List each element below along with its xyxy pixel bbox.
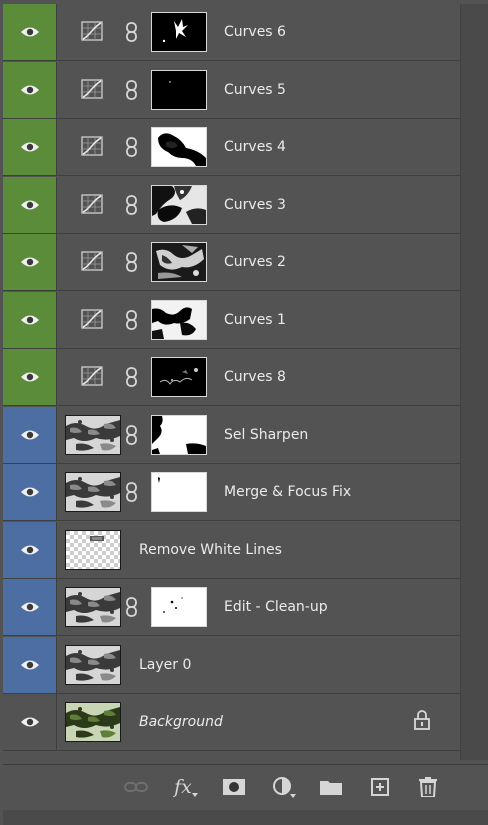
group-folder-icon[interactable] [316,775,346,799]
eye-icon [20,545,39,554]
visibility-toggle[interactable] [3,464,57,520]
visibility-toggle[interactable] [3,406,57,463]
chain-link-icon[interactable] [126,367,137,387]
curves-adjustment-icon[interactable] [81,308,103,329]
new-layer-icon[interactable] [365,775,395,799]
chain-link-icon[interactable] [126,252,137,272]
layer-name[interactable]: Curves 5 [224,62,286,118]
layer-row[interactable]: Merge & Focus Fix [3,464,460,521]
layer-row[interactable]: Curves 1 [3,291,460,349]
adjustment-layer-icon[interactable] [269,775,299,799]
visibility-toggle[interactable] [3,636,57,693]
layer-name[interactable]: Merge & Focus Fix [224,464,351,520]
curves-adjustment-icon[interactable] [81,21,103,41]
layer-row[interactable]: Curves 4 [3,119,460,176]
layer-row[interactable]: Curves 2 [3,234,460,291]
eye-icon [20,660,39,669]
layer-thumbnail[interactable] [65,414,121,455]
layer-mask-thumbnail[interactable] [151,472,207,512]
chain-link-icon[interactable] [126,482,137,502]
chain-link-icon[interactable] [126,597,137,617]
chain-link-icon[interactable] [126,137,137,157]
layer-mask-thumbnail[interactable] [151,127,207,167]
eye-icon [20,487,39,497]
scrollbar[interactable] [460,4,488,760]
curves-adjustment-icon[interactable] [81,78,103,99]
layer-name[interactable]: Curves 4 [224,119,286,175]
layer-thumbnail[interactable] [65,529,121,570]
layer-row[interactable]: Edit - Clean-up [3,579,460,636]
layer-list: Curves 6 Curves 5 Curves 4 Curves 3 Curves 2… [3,4,460,760]
visibility-toggle[interactable] [3,234,57,290]
layer-row[interactable]: Sel Sharpen [3,406,460,464]
trash-icon[interactable] [413,775,443,799]
layer-mask-thumbnail[interactable] [151,587,207,627]
curves-adjustment-icon[interactable] [81,136,103,156]
layer-thumbnail[interactable] [65,702,121,742]
fx-label: fx [174,776,192,798]
eye-icon [20,372,39,382]
layer-mask-thumbnail[interactable] [151,12,207,52]
curves-adjustment-icon[interactable] [81,366,103,386]
layer-mask-thumbnail[interactable] [151,357,207,397]
layers-footer-toolbar: fx [3,764,488,808]
layer-mask-thumbnail[interactable] [151,414,207,455]
visibility-toggle[interactable] [3,521,57,578]
visibility-toggle[interactable] [3,119,57,175]
layer-name[interactable]: Curves 8 [224,349,286,405]
layer-thumbnail[interactable] [65,644,121,685]
layer-mask-thumbnail[interactable] [151,184,207,225]
layer-row[interactable]: Background [3,694,460,751]
panel-resize-bar[interactable] [3,810,488,825]
layer-name[interactable]: Curves 1 [224,292,286,348]
layer-mask-thumbnail[interactable] [151,69,207,110]
eye-icon [20,717,39,727]
layer-row[interactable]: Curves 5 [3,61,460,119]
fx-icon[interactable]: fx [171,775,201,799]
layer-name[interactable]: Curves 3 [224,177,286,233]
eye-icon [20,257,39,267]
visibility-toggle[interactable] [3,4,57,60]
layer-thumbnail[interactable] [65,472,121,512]
visibility-toggle[interactable] [3,61,57,118]
visibility-toggle[interactable] [3,694,57,750]
layer-name[interactable]: Background [139,694,223,750]
eye-icon [20,27,39,37]
chain-link-icon[interactable] [126,424,137,445]
chain-link-icon[interactable] [126,194,137,215]
layer-name[interactable]: Curves 6 [224,4,286,60]
curves-adjustment-icon[interactable] [81,251,103,271]
eye-icon [20,430,39,439]
layer-name[interactable]: Curves 2 [224,234,286,290]
lock-icon[interactable] [414,710,430,730]
curves-adjustment-icon[interactable] [81,193,103,214]
visibility-toggle[interactable] [3,176,57,233]
layer-row[interactable]: Curves 3 [3,176,460,234]
visibility-toggle[interactable] [3,579,57,635]
layer-row[interactable]: Layer 0 [3,636,460,694]
visibility-toggle[interactable] [3,349,57,405]
eye-icon [20,602,39,612]
layer-thumbnail[interactable] [65,587,121,627]
visibility-toggle[interactable] [3,291,57,348]
layer-name[interactable]: Layer 0 [139,637,191,693]
layer-mask-thumbnail[interactable] [151,299,207,340]
add-mask-icon[interactable] [219,775,249,799]
eye-icon [20,142,39,152]
layers-panel: Curves 6 Curves 5 Curves 4 Curves 3 Curves 2… [3,4,488,825]
layer-name[interactable]: Remove White Lines [139,522,282,578]
layer-row[interactable]: Remove White Lines [3,521,460,579]
link-layers-icon[interactable] [121,775,151,799]
layer-row[interactable]: Curves 8 [3,349,460,406]
eye-icon [20,85,39,94]
chain-link-icon[interactable] [126,22,137,42]
layer-name[interactable]: Edit - Clean-up [224,579,328,635]
eye-icon [20,200,39,209]
layer-mask-thumbnail[interactable] [151,242,207,282]
layer-name[interactable]: Sel Sharpen [224,407,308,463]
layer-row[interactable]: Curves 6 [3,4,460,61]
chain-link-icon[interactable] [126,309,137,330]
eye-icon [20,315,39,324]
chain-link-icon[interactable] [126,79,137,100]
